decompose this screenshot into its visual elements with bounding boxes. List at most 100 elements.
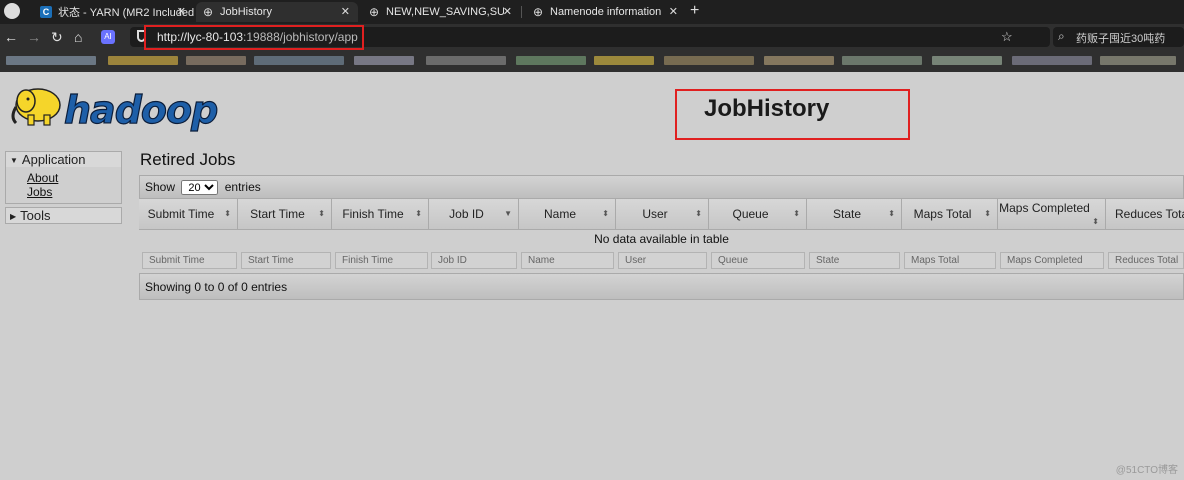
sort-icon: ⬍: [415, 209, 422, 218]
elephant-logo-icon: hadoop: [11, 87, 219, 133]
globe-icon: ⊕: [368, 5, 380, 19]
column-filter-row: Submit Time Start Time Finish Time Job I…: [139, 248, 1184, 272]
reload-icon[interactable]: ↻: [51, 28, 63, 46]
title-highlight-box: [675, 89, 910, 140]
filter-input[interactable]: Maps Completed: [1000, 252, 1104, 269]
tab-label: Namenode information: [550, 6, 662, 18]
bookmark-star-icon[interactable]: ☆: [1001, 29, 1013, 45]
tab-label: NEW,NEW_SAVING,SUBMI: [386, 6, 504, 18]
sort-icon: ⬍: [224, 209, 231, 218]
column-header[interactable]: Name ⬍: [519, 199, 616, 230]
bookmark-item[interactable]: [1100, 56, 1176, 65]
close-icon[interactable]: ✕: [669, 5, 678, 18]
triangle-right-icon: ▶: [10, 212, 17, 222]
table-info: Showing 0 to 0 of 0 entries: [139, 273, 1184, 300]
tab-namenode[interactable]: ⊕ Namenode information ✕: [526, 2, 686, 22]
sidebar-application: ▼ Application About Jobs: [5, 151, 122, 204]
column-header[interactable]: Finish Time ⬍: [332, 199, 429, 230]
column-header[interactable]: Start Time ⬍: [238, 199, 332, 230]
filter-input[interactable]: Finish Time: [335, 252, 428, 269]
column-label: Reduces Total: [1115, 207, 1184, 221]
column-header[interactable]: State ⬍: [807, 199, 902, 230]
bookmark-item[interactable]: [842, 56, 922, 65]
sort-icon: ⬍: [318, 209, 325, 218]
bookmark-item[interactable]: [594, 56, 654, 65]
column-label: Submit Time: [147, 207, 215, 221]
sort-icon: ⬍: [793, 209, 800, 218]
filter-input[interactable]: Job ID: [431, 252, 517, 269]
filter-input[interactable]: State: [809, 252, 900, 269]
table-header-row: Submit Time ⬍ Start Time ⬍ Finish Time ⬍ Jo…: [139, 199, 1184, 230]
close-icon[interactable]: ✕: [503, 5, 512, 18]
tab-jobhistory[interactable]: ⊕ JobHistory ✕: [196, 2, 358, 22]
column-label: Queue: [732, 207, 769, 221]
tab-label: JobHistory: [220, 6, 272, 18]
tab-divider: [521, 6, 522, 18]
column-header[interactable]: Maps Completed ⬍: [998, 199, 1106, 230]
close-icon[interactable]: ✕: [177, 5, 186, 18]
bookmarks-bar: [0, 50, 1184, 72]
column-header[interactable]: Job ID ▼: [429, 199, 519, 230]
column-header[interactable]: Reduces Total: [1106, 199, 1184, 230]
column-header[interactable]: Submit Time ⬍: [139, 199, 238, 230]
search-input[interactable]: 药贩子囤近30吨药: [1076, 30, 1165, 46]
empty-table-message: No data available in table: [594, 232, 729, 246]
column-label: Name: [543, 207, 576, 221]
column-header[interactable]: User ⬍: [616, 199, 709, 230]
triangle-down-icon: ▼: [10, 156, 18, 166]
filter-input[interactable]: Maps Total: [904, 252, 996, 269]
filter-input[interactable]: Name: [521, 252, 614, 269]
sort-icon: ⬍: [888, 209, 895, 218]
column-header[interactable]: Maps Total ⬍: [902, 199, 998, 230]
page-length-select[interactable]: 20: [181, 180, 219, 196]
sidebar-tools-label: Tools: [20, 208, 51, 223]
new-tab-button[interactable]: +: [690, 2, 699, 20]
sidebar-link-jobs[interactable]: Jobs: [27, 185, 121, 199]
bookmark-item[interactable]: [354, 56, 414, 65]
watermark: @51CTO博客: [1115, 465, 1178, 476]
filter-input[interactable]: Queue: [711, 252, 805, 269]
filter-input[interactable]: Start Time: [241, 252, 331, 269]
browser-tab-bar: C 状态 - YARN (MR2 Included ✕ ⊕ JobHistory…: [0, 0, 1184, 24]
home-icon[interactable]: ⌂: [74, 28, 82, 46]
bookmark-item[interactable]: [186, 56, 246, 65]
bookmark-item[interactable]: [108, 56, 178, 65]
sort-icon: ⬍: [695, 209, 702, 218]
bookmark-item[interactable]: [6, 56, 96, 65]
column-label: Finish Time: [342, 207, 404, 221]
bookmark-item[interactable]: [1012, 56, 1092, 65]
bookmark-item[interactable]: [426, 56, 506, 65]
bookmark-item[interactable]: [664, 56, 754, 65]
globe-icon: ⊕: [202, 5, 214, 19]
back-arrow-icon[interactable]: ←: [4, 28, 18, 46]
bookmark-item[interactable]: [254, 56, 344, 65]
column-label: Maps Total: [913, 207, 972, 221]
sidebar-link-about[interactable]: About: [27, 171, 121, 185]
column-label: Job ID: [449, 207, 484, 221]
column-header[interactable]: Queue ⬍: [709, 199, 807, 230]
sort-icon: ⬍: [602, 209, 609, 218]
tab-new-saving[interactable]: ⊕ NEW,NEW_SAVING,SUBMI ✕: [362, 2, 520, 22]
table-length-control: Show 20 entries: [139, 175, 1184, 199]
browser-logo-icon[interactable]: [4, 3, 20, 19]
entries-label: entries: [224, 180, 261, 194]
filter-input[interactable]: Submit Time: [142, 252, 237, 269]
sort-desc-icon: ▼: [504, 209, 512, 218]
bookmark-item[interactable]: [932, 56, 1002, 65]
tab-yarn[interactable]: C 状态 - YARN (MR2 Included ✕: [34, 2, 194, 22]
sidebar-tools-header[interactable]: ▶ Tools: [6, 208, 121, 223]
bookmark-item[interactable]: [516, 56, 586, 65]
tab-label: 状态 - YARN (MR2 Included: [58, 7, 194, 19]
filter-input[interactable]: User: [618, 252, 707, 269]
forward-arrow-icon[interactable]: →: [27, 28, 41, 46]
c-icon: C: [40, 6, 52, 18]
sort-icon: ⬍: [1092, 217, 1099, 226]
url-highlight-box: [144, 25, 364, 50]
bookmark-item[interactable]: [764, 56, 834, 65]
close-icon[interactable]: ✕: [341, 5, 350, 18]
sidebar-application-header[interactable]: ▼ Application: [6, 152, 121, 167]
filter-input[interactable]: Reduces Total: [1108, 252, 1184, 269]
sort-icon: ⬍: [984, 209, 991, 218]
search-icon: ⌕: [1058, 29, 1065, 43]
ai-extension-icon[interactable]: AI: [101, 30, 115, 44]
